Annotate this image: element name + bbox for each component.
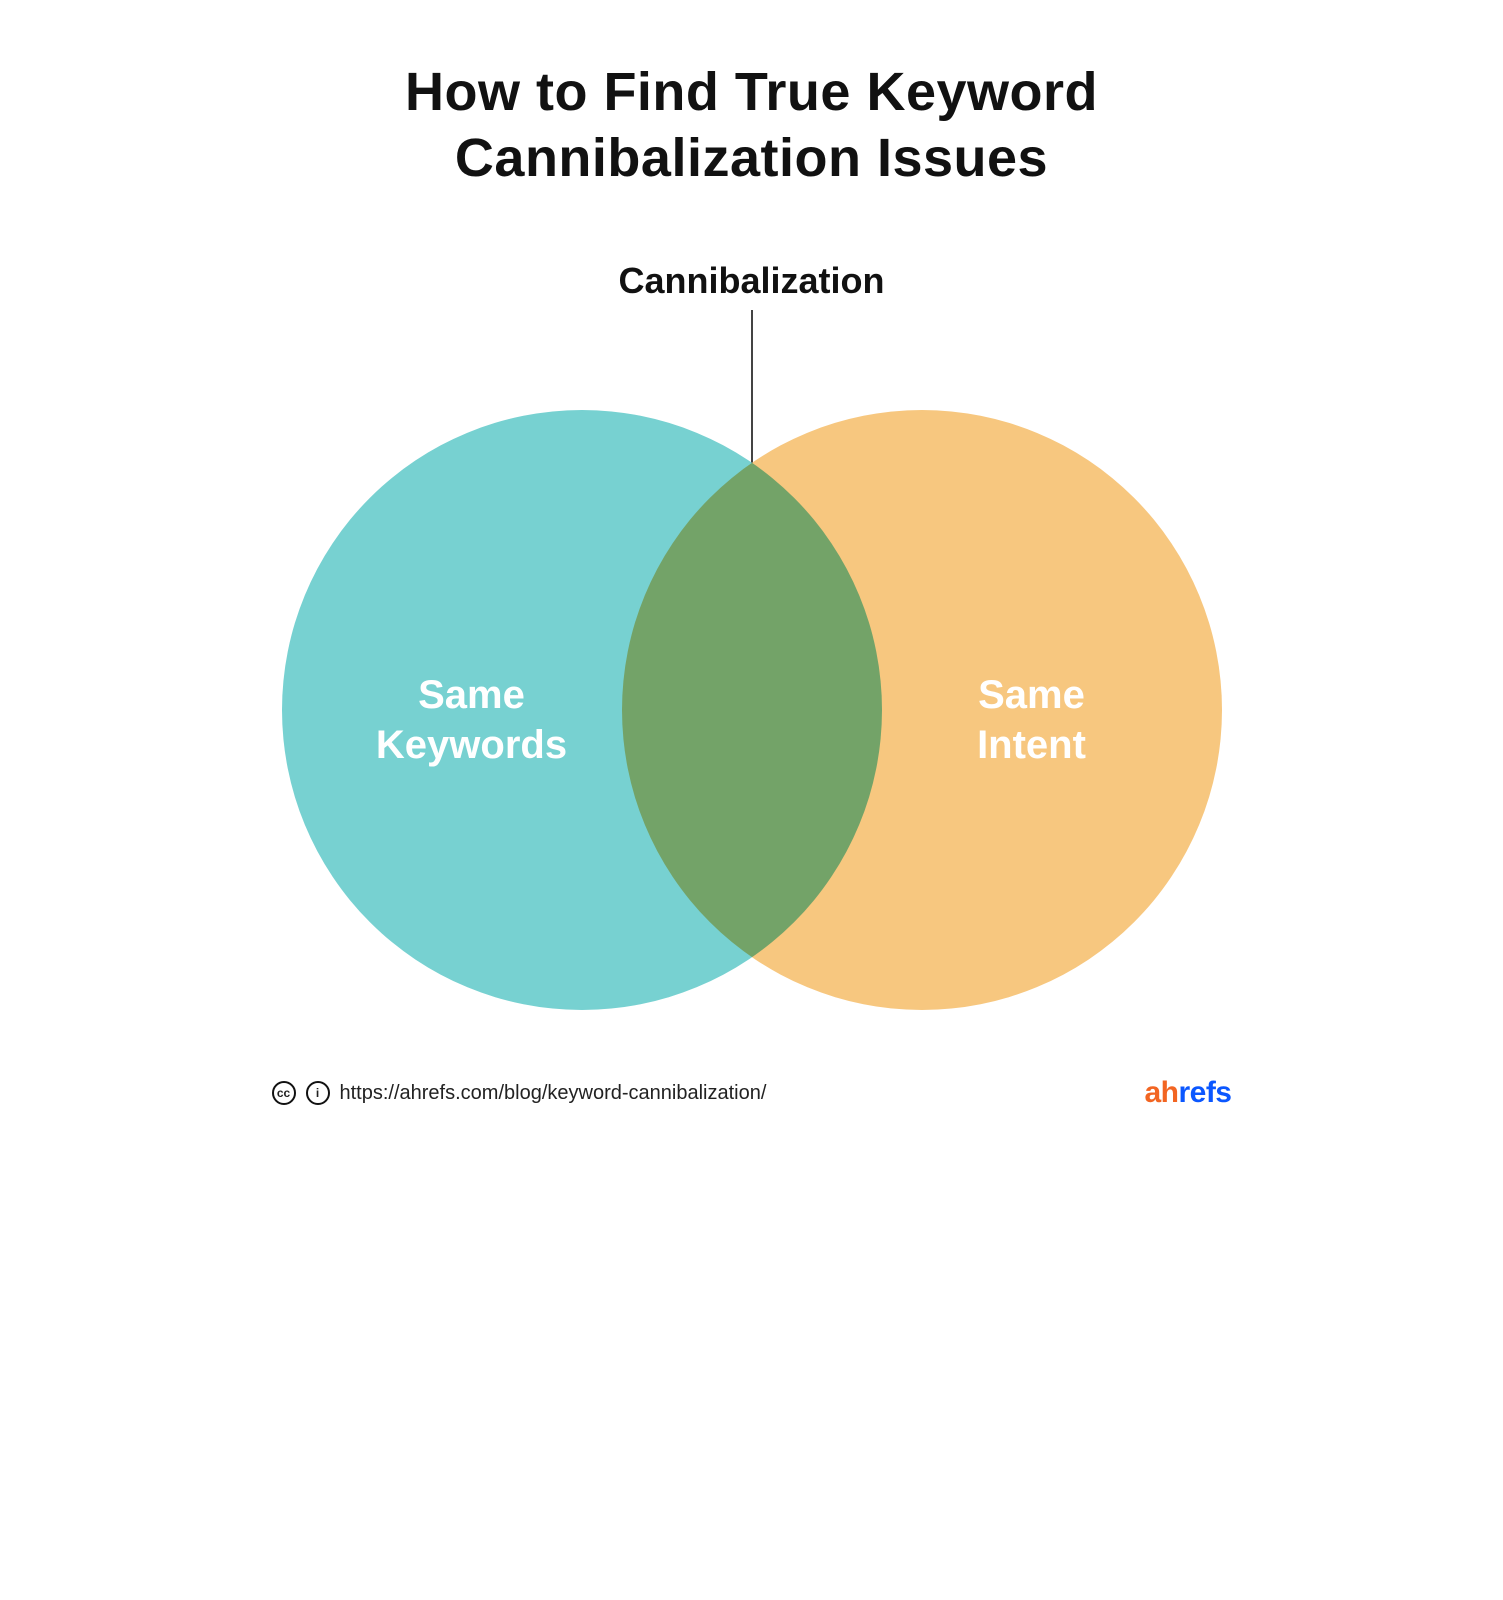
venn-right-label: SameIntent bbox=[902, 670, 1162, 770]
intersection-label: Cannibalization bbox=[212, 260, 1292, 302]
footer: cc i https://ahrefs.com/blog/keyword-can… bbox=[272, 1076, 1232, 1110]
diagram-canvas: How to Find True Keyword Cannibalization… bbox=[212, 0, 1292, 1140]
venn-left-label: SameKeywords bbox=[342, 670, 602, 770]
brand-logo: ahrefs bbox=[1144, 1076, 1231, 1110]
source-url-text: https://ahrefs.com/blog/keyword-cannibal… bbox=[340, 1082, 767, 1105]
cc-icon: cc bbox=[272, 1081, 296, 1105]
brand-part-2: refs bbox=[1178, 1076, 1231, 1109]
brand-part-1: ah bbox=[1144, 1076, 1178, 1109]
attribution-icon: i bbox=[306, 1081, 330, 1105]
footer-left: cc i https://ahrefs.com/blog/keyword-can… bbox=[272, 1081, 767, 1105]
venn-diagram: SameKeywords SameIntent bbox=[282, 400, 1222, 1020]
diagram-title: How to Find True Keyword Cannibalization… bbox=[212, 60, 1292, 192]
